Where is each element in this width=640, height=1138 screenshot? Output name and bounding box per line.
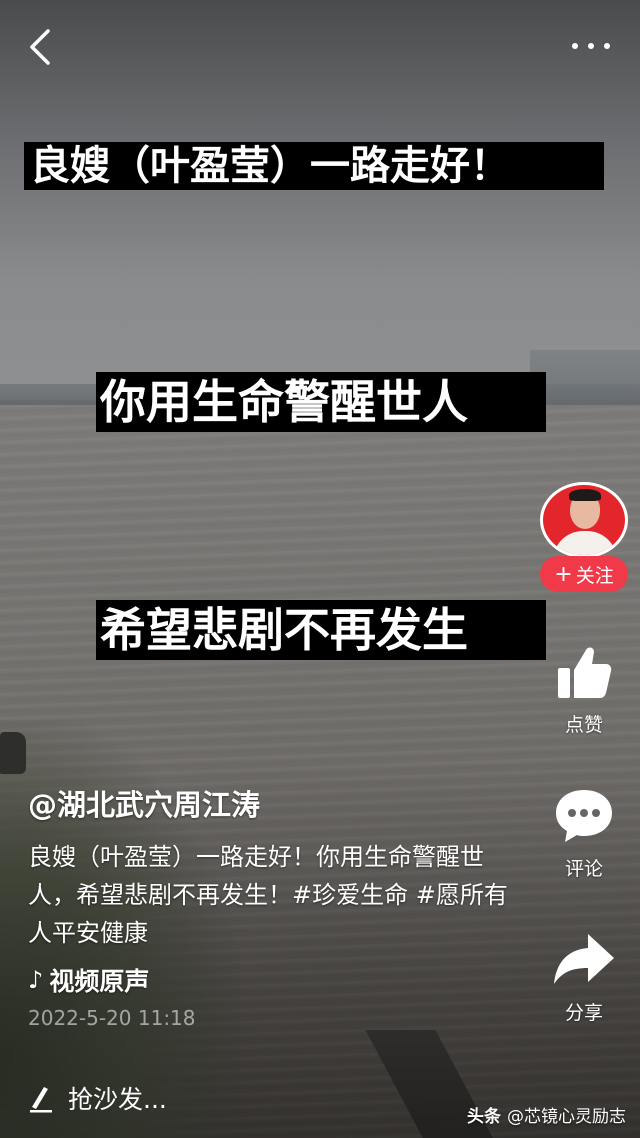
share-label: 分享 [564,1002,603,1024]
comment-label: 评论 [564,858,603,880]
like-button[interactable]: 点赞 [548,640,620,737]
sky [0,0,640,400]
share-button[interactable]: 分享 [548,928,620,1025]
post-timestamp: 2022-5-20 11:18 [28,1006,196,1030]
music-note-icon: ♪ [28,966,44,994]
comment-button[interactable]: 评论 [548,784,620,881]
caption-line-1: 良嫂（叶盈莹）一路走好！ [24,142,604,190]
share-arrow-icon [554,934,614,984]
more-dots-icon[interactable] [572,40,610,52]
pen-icon [30,1087,52,1113]
caption-line-3: 希望悲剧不再发生 [96,600,546,660]
author-avatar-group: + 关注 [538,482,630,592]
comment-bubble-icon [556,790,612,842]
like-label: 点赞 [564,714,603,736]
thumbs-up-icon [558,647,612,698]
caption-line-2: 你用生命警醒世人 [96,372,546,432]
avatar[interactable] [540,482,628,558]
follow-label: 关注 [575,564,614,587]
comment-placeholder: 抢沙发... [68,1085,167,1114]
watermark-account: @芯镜心灵励志 [507,1107,626,1127]
watermark: 头条 @芯镜心灵励志 [467,1102,626,1127]
author-name[interactable]: @湖北武穴周江涛 [28,782,260,824]
watermark-brand: 头条 [467,1107,501,1127]
comment-input[interactable]: 抢沙发... [28,1080,167,1116]
music-link[interactable]: ♪ 视频原声 [28,962,149,998]
video-description: 良嫂（叶盈莹）一路走好！你用生命警醒世人，希望悲剧不再发生！#珍爱生命 #愿所有… [28,843,508,947]
chevron-left-icon[interactable] [26,28,54,66]
follow-button[interactable]: + 关注 [540,556,628,592]
music-label: 视频原声 [49,967,150,996]
plus-icon: + [554,561,573,587]
